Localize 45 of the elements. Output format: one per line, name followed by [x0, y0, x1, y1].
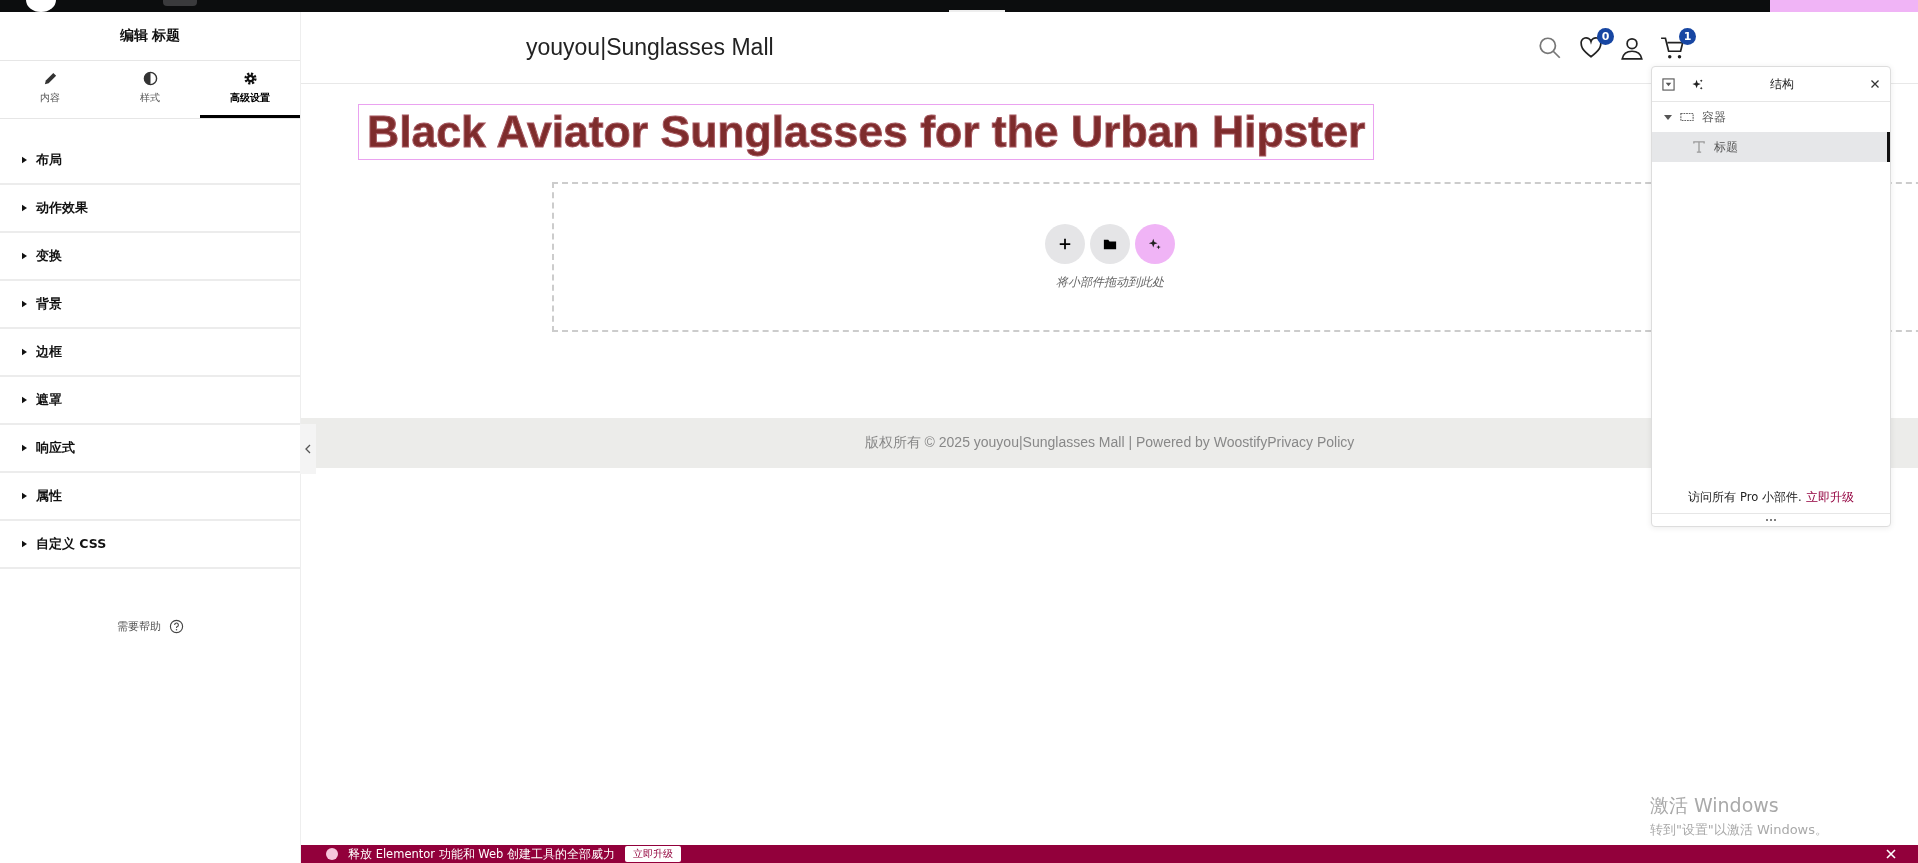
close-icon[interactable]	[1870, 79, 1880, 89]
add-button[interactable]	[1044, 224, 1085, 264]
page-heading[interactable]: Black Aviator Sunglasses for the Urban Hipster	[358, 104, 1375, 160]
help-link[interactable]: 需要帮助	[116, 619, 161, 634]
caret-icon	[22, 156, 27, 164]
count-badge: 0	[1597, 27, 1614, 45]
caret-icon	[1664, 113, 1672, 121]
template-button[interactable]	[1089, 224, 1130, 264]
contrast-icon	[142, 71, 158, 86]
caret-icon	[22, 540, 27, 548]
caret-icon	[22, 204, 27, 212]
cart-icon[interactable]	[1660, 34, 1686, 61]
count-badge: 1	[1679, 27, 1696, 45]
notice-text: 释放 Elementor 功能和 Web 创建工具的全部威力	[348, 846, 616, 862]
caret-icon	[22, 252, 27, 260]
dropdown-icon[interactable]	[1662, 77, 1675, 91]
container-icon	[1680, 111, 1694, 123]
sparkle-icon[interactable]	[1691, 77, 1704, 91]
upgrade-button[interactable]: 立即升级	[625, 846, 682, 862]
gear-icon	[242, 71, 258, 86]
activation-title: 激活 Windows	[1649, 793, 1780, 818]
caret-icon	[22, 492, 27, 500]
tree-item[interactable]: 容器	[1652, 102, 1890, 132]
search-icon[interactable]	[1537, 34, 1563, 61]
site-title[interactable]: youyou|Sunglasses Mall	[526, 34, 774, 61]
promo-text: 访问所有 Pro 小部件.	[1688, 490, 1802, 505]
collapse-handle[interactable]	[300, 424, 316, 474]
drop-hint: 将小部件拖动到此处	[1055, 274, 1164, 291]
pencil-icon	[42, 71, 58, 86]
tab-indicator	[949, 10, 1005, 12]
activation-text: 转到"设置"以激活 Windows。	[1649, 821, 1828, 839]
upgrade-link[interactable]: 立即升级	[1805, 490, 1854, 505]
folder-icon	[1102, 237, 1117, 251]
sparkle-icon	[1147, 237, 1162, 251]
tree-item[interactable]: 标题	[1652, 132, 1890, 162]
text-icon	[1692, 141, 1706, 153]
caret-icon	[22, 300, 27, 308]
plus-icon	[1057, 237, 1072, 251]
notice-icon	[326, 848, 338, 860]
caret-icon	[22, 348, 27, 356]
caret-icon	[22, 444, 27, 452]
help-icon[interactable]	[168, 619, 184, 634]
panel-title: 结构	[1770, 75, 1794, 93]
caret-icon	[22, 396, 27, 404]
copyright-text: 版权所有 © 2025 youyou|Sunglasses Mall | Powered by WoostifyPrivacy Policy	[864, 434, 1355, 452]
